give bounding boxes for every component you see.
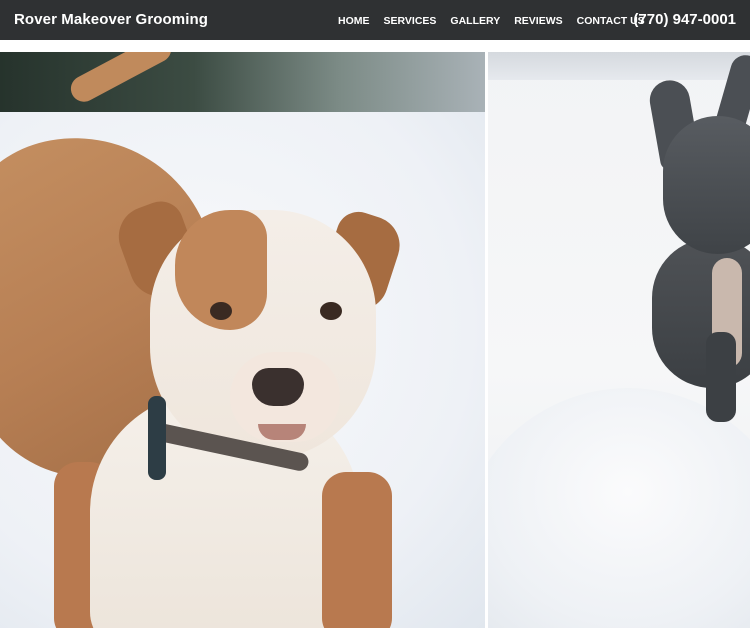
dog-eye-right — [320, 302, 342, 320]
top-header-bar: Rover Makeover Grooming HOME SERVICES GA… — [0, 0, 750, 40]
dog-nose — [252, 368, 304, 406]
nav-reviews[interactable]: REVIEWS — [514, 15, 562, 27]
phone-number[interactable]: (770) 947-0001 — [633, 11, 736, 28]
dog-leg-right — [322, 472, 392, 628]
dog-head — [663, 116, 750, 254]
snow-mound — [488, 388, 750, 628]
gallery-photo-tan-dog-in-snow[interactable] — [0, 52, 485, 628]
nav-gallery[interactable]: GALLERY — [450, 15, 500, 27]
dog-eye-left — [210, 302, 232, 320]
nav-services[interactable]: SERVICES — [384, 15, 437, 27]
background-fence — [488, 52, 750, 80]
dog-leash-clip — [148, 396, 166, 480]
photo-gallery — [0, 52, 750, 628]
main-navigation: HOME SERVICES GALLERY REVIEWS CONTACT US — [338, 15, 645, 27]
dog-leg — [706, 332, 736, 422]
nav-home[interactable]: HOME — [338, 15, 370, 27]
brand-name[interactable]: Rover Makeover Grooming — [14, 11, 208, 28]
gallery-photo-gray-dog-in-snow[interactable] — [488, 52, 750, 628]
